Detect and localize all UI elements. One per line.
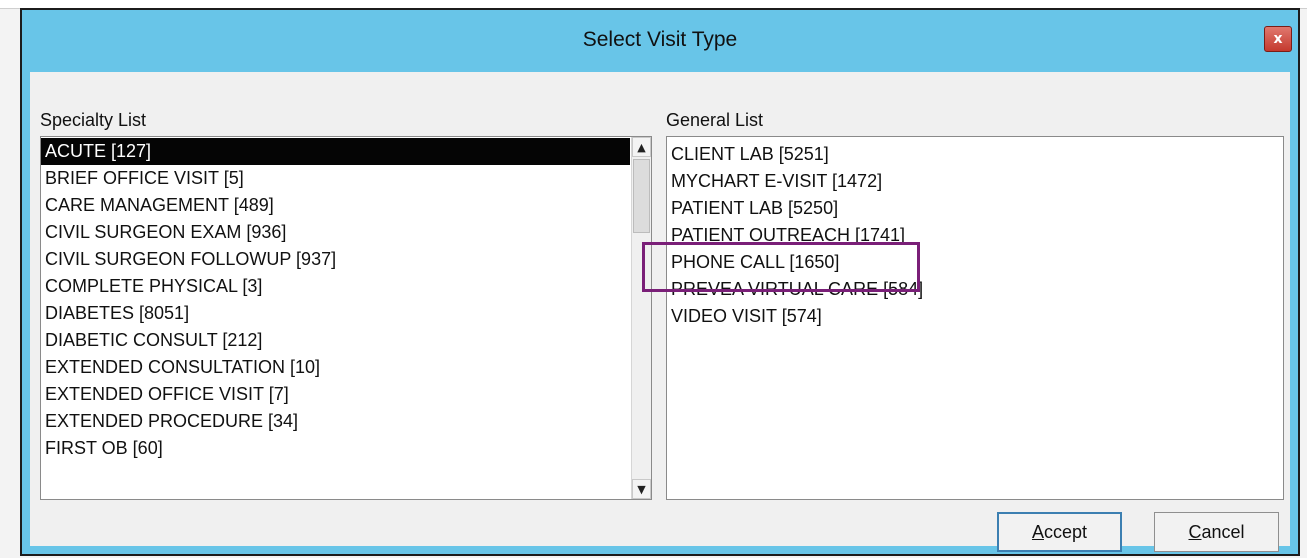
scroll-thumb[interactable] <box>633 159 650 233</box>
specialty-list-item[interactable]: BRIEF OFFICE VISIT [5] <box>41 165 630 192</box>
specialty-list-item[interactable]: DIABETES [8051] <box>41 300 630 327</box>
specialty-list-item[interactable]: FIRST OB [60] <box>41 435 630 462</box>
general-list-item[interactable]: CLIENT LAB [5251] <box>667 141 1283 168</box>
general-list-item[interactable]: PREVEA VIRTUAL CARE [584] <box>667 276 1283 303</box>
accept-label: ccept <box>1043 521 1088 542</box>
dialog-body: Specialty List ACUTE [127] BRIEF OFFICE V… <box>30 72 1290 552</box>
accept-button[interactable]: Accept <box>997 512 1122 552</box>
general-list-item[interactable]: PATIENT OUTREACH [1741] <box>667 222 1283 249</box>
general-list-item[interactable]: VIDEO VISIT [574] <box>667 303 1283 330</box>
specialty-list-item[interactable]: DIABETIC CONSULT [212] <box>41 327 630 354</box>
general-list-item[interactable]: MYCHART E-VISIT [1472] <box>667 168 1283 195</box>
specialty-list-item[interactable]: CIVIL SURGEON FOLLOWUP [937] <box>41 246 630 273</box>
dialog-title-bar[interactable]: Select Visit Type x <box>22 10 1298 74</box>
specialty-list-label: Specialty List <box>40 110 147 130</box>
specialty-list-item[interactable]: EXTENDED OFFICE VISIT [7] <box>41 381 630 408</box>
accept-mnemonic: A <box>1031 521 1044 542</box>
general-list-item[interactable]: PATIENT LAB [5250] <box>667 195 1283 222</box>
specialty-list-item[interactable]: COMPLETE PHYSICAL [3] <box>41 273 630 300</box>
select-visit-type-dialog: Select Visit Type x Specialty List ACUTE… <box>20 8 1300 556</box>
specialty-list-item[interactable]: EXTENDED PROCEDURE [34] <box>41 408 630 435</box>
cancel-button[interactable]: Cancel <box>1154 512 1279 552</box>
general-listbox[interactable]: CLIENT LAB [5251] MYCHART E-VISIT [1472] P… <box>666 136 1284 500</box>
general-list-label: General List <box>666 110 764 130</box>
cancel-label: ancel <box>1201 521 1245 542</box>
specialty-list-item[interactable]: CIVIL SURGEON EXAM [936] <box>41 219 630 246</box>
dialog-title: Select Visit Type <box>582 28 738 51</box>
specialty-list-item[interactable]: ACUTE [127] <box>41 138 630 165</box>
arrow-down-icon: ▼ <box>637 482 646 496</box>
scroll-up-button[interactable]: ▲ <box>632 137 651 157</box>
specialty-scrollbar[interactable]: ▲ ▼ <box>631 137 651 499</box>
close-icon: x <box>1273 31 1283 47</box>
scroll-down-button[interactable]: ▼ <box>632 479 651 499</box>
general-list-item[interactable]: PHONE CALL [1650] <box>667 249 1283 276</box>
close-button[interactable]: x <box>1264 26 1292 52</box>
specialty-listbox[interactable]: ACUTE [127] BRIEF OFFICE VISIT [5] CARE MA… <box>40 136 652 500</box>
cancel-mnemonic: C <box>1188 521 1202 542</box>
arrow-up-icon: ▲ <box>637 140 646 154</box>
specialty-list-item[interactable]: CARE MANAGEMENT [489] <box>41 192 630 219</box>
specialty-list-item[interactable]: EXTENDED CONSULTATION [10] <box>41 354 630 381</box>
